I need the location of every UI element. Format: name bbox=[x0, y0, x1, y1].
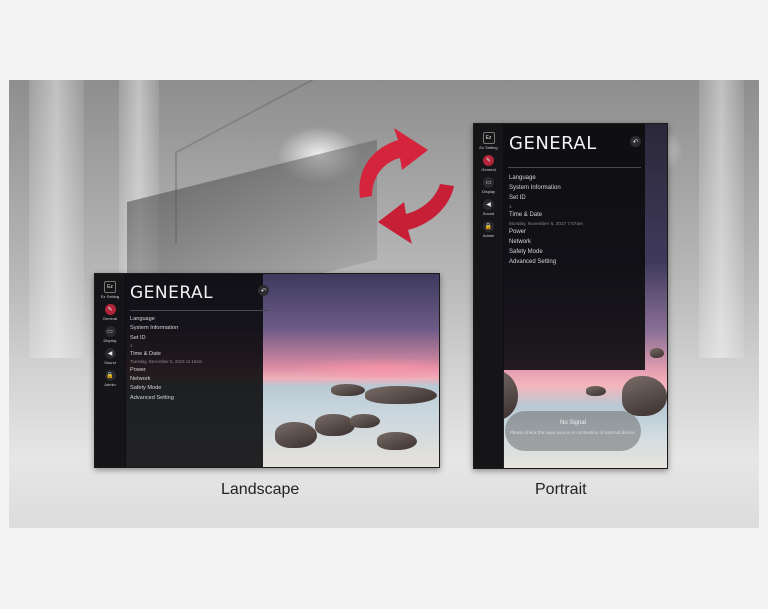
menu-item-language[interactable]: Language bbox=[509, 175, 583, 181]
page-title: GENERAL bbox=[130, 283, 214, 303]
divider bbox=[130, 310, 269, 311]
rock bbox=[315, 414, 355, 436]
landscape-tv: Ez Ez Setting ✎ General ▭ Display ◀ Soun… bbox=[94, 273, 440, 468]
rock bbox=[377, 432, 417, 450]
general-menu-panel: GENERAL ↶ Language System Information Se… bbox=[125, 274, 269, 467]
menu-item-system-information[interactable]: System Information bbox=[509, 185, 583, 191]
set-id-value: 1 bbox=[130, 342, 133, 348]
divider bbox=[508, 167, 641, 168]
rock bbox=[365, 386, 437, 404]
sidebar-item-display[interactable]: Display bbox=[103, 338, 116, 343]
rock bbox=[586, 386, 606, 396]
menu-item-power[interactable]: Power bbox=[130, 367, 202, 373]
sidebar-item-ez-setting[interactable]: Ez Setting bbox=[101, 294, 119, 299]
back-arrow-icon[interactable]: ↶ bbox=[630, 136, 641, 147]
menu-list: Language System Information Set ID 1 Tim… bbox=[130, 316, 202, 404]
portrait-caption: Portrait bbox=[535, 481, 587, 498]
display-icon[interactable]: ▭ bbox=[104, 326, 116, 337]
sidebar-nav: Ez Ez Setting ✎ General ▭ Display ◀ Soun… bbox=[474, 126, 503, 243]
rock bbox=[275, 422, 317, 448]
rock bbox=[331, 384, 365, 396]
settings-sidebar: Ez Ez Setting ✎ General ▭ Display ◀ Soun… bbox=[95, 274, 126, 467]
general-menu-panel: GENERAL ↶ Language System Information Se… bbox=[503, 124, 645, 370]
page-title: GENERAL bbox=[509, 133, 597, 154]
sound-icon[interactable]: ◀ bbox=[104, 348, 116, 359]
menu-item-network[interactable]: Network bbox=[509, 239, 583, 245]
menu-item-time-date[interactable]: Time & Date bbox=[130, 351, 202, 357]
general-icon[interactable]: ✎ bbox=[483, 155, 494, 166]
sidebar-item-admin[interactable]: Admin bbox=[104, 382, 115, 387]
menu-item-safety-mode[interactable]: Safety Mode bbox=[509, 249, 583, 255]
sound-icon[interactable]: ◀ bbox=[483, 199, 494, 210]
menu-item-time-date[interactable]: Time & Date bbox=[509, 212, 583, 218]
menu-item-advanced-setting[interactable]: Advanced Setting bbox=[509, 259, 583, 265]
sidebar-item-sound[interactable]: Sound bbox=[104, 360, 116, 365]
menu-item-safety-mode[interactable]: Safety Mode bbox=[130, 385, 202, 391]
sidebar-item-general[interactable]: General bbox=[103, 316, 117, 321]
rock bbox=[350, 414, 380, 428]
menu-item-network[interactable]: Network bbox=[130, 376, 202, 382]
general-icon[interactable]: ✎ bbox=[104, 304, 116, 315]
landscape-caption: Landscape bbox=[221, 481, 300, 498]
back-arrow-icon[interactable]: ↶ bbox=[258, 285, 269, 296]
menu-item-power[interactable]: Power bbox=[509, 229, 583, 235]
set-id-value: 1 bbox=[509, 204, 512, 210]
admin-icon[interactable]: 🔒 bbox=[483, 221, 494, 232]
ez-setting-icon[interactable]: Ez bbox=[482, 132, 495, 144]
menu-item-set-id[interactable]: Set ID bbox=[509, 195, 583, 201]
menu-item-system-information[interactable]: System Information bbox=[130, 325, 202, 331]
no-signal-detail: Please check the input source or connect… bbox=[509, 430, 637, 435]
menu-item-language[interactable]: Language bbox=[130, 316, 202, 322]
sidebar-item-sound[interactable]: Sound bbox=[483, 211, 495, 216]
no-signal-toast: No Signal Please check the input source … bbox=[505, 411, 641, 451]
menu-list: Language System Information Set ID 1 Tim… bbox=[509, 175, 583, 270]
menu-item-advanced-setting[interactable]: Advanced Setting bbox=[130, 395, 202, 401]
display-icon[interactable]: ▭ bbox=[483, 177, 494, 188]
time-date-value: Monday, November 6, 2017 7:57am bbox=[509, 220, 583, 226]
sidebar-item-admin[interactable]: Admin bbox=[483, 233, 494, 238]
time-date-value: Tuesday, December 6, 2016 11:18am bbox=[130, 358, 203, 364]
settings-sidebar: Ez Ez Setting ✎ General ▭ Display ◀ Soun… bbox=[474, 124, 504, 468]
rock bbox=[650, 348, 664, 358]
no-signal-title: No Signal bbox=[559, 420, 586, 426]
sidebar-nav: Ez Ez Setting ✎ General ▭ Display ◀ Soun… bbox=[95, 276, 125, 392]
sidebar-item-ez-setting[interactable]: Ez Setting bbox=[479, 145, 497, 150]
portrait-tv: Ez Ez Setting ✎ General ▭ Display ◀ Soun… bbox=[473, 123, 668, 469]
sidebar-item-general[interactable]: General bbox=[481, 167, 495, 172]
ez-setting-icon[interactable]: Ez bbox=[104, 281, 116, 293]
menu-item-set-id[interactable]: Set ID bbox=[130, 335, 202, 341]
rock bbox=[622, 376, 667, 416]
admin-icon[interactable]: 🔒 bbox=[104, 370, 116, 381]
sidebar-item-display[interactable]: Display bbox=[482, 189, 495, 194]
